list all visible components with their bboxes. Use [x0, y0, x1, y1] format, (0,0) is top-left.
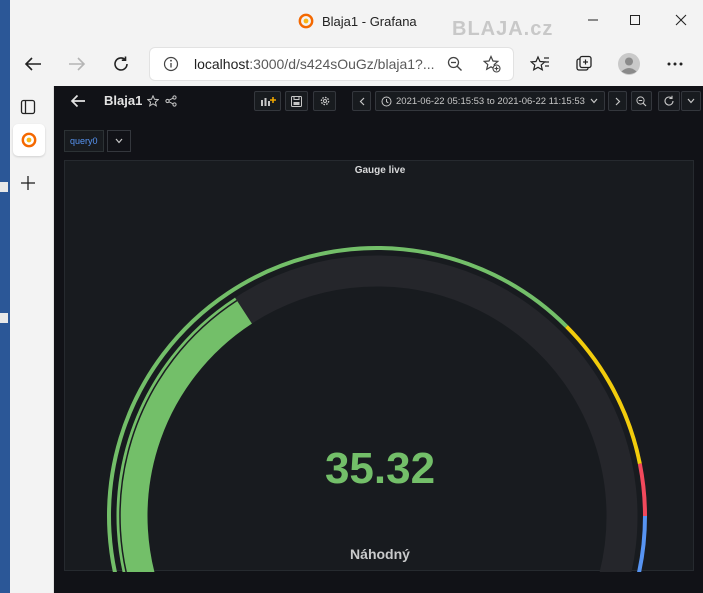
watermark: BLAJA.cz — [452, 18, 554, 40]
zoom-out-icon[interactable] — [447, 56, 463, 72]
address-url: localhost:3000/d/s424sOuGz/blaja1?... — [194, 56, 435, 72]
gauge-threshold-band — [107, 246, 647, 572]
time-range-text: 2021-06-22 05:15:53 to 2021-06-22 11:15:… — [396, 95, 585, 107]
time-shift-back-button[interactable] — [352, 91, 371, 111]
new-tab-icon[interactable] — [21, 176, 35, 190]
desktop-icon-fragment — [0, 182, 8, 192]
clock-icon — [381, 96, 392, 106]
desktop-icon-fragment — [0, 313, 8, 323]
tab-grafana[interactable] — [13, 124, 45, 156]
refresh-button[interactable] — [105, 48, 137, 80]
dashboard-settings-button[interactable] — [313, 91, 336, 111]
add-favorite-icon[interactable] — [483, 55, 501, 73]
chevron-right-icon — [615, 97, 620, 105]
chevron-left-icon — [359, 97, 364, 105]
save-dashboard-button[interactable] — [285, 91, 308, 111]
forward-arrow-icon — [69, 57, 86, 71]
maximize-button[interactable] — [620, 8, 650, 32]
star-icon[interactable] — [147, 95, 159, 107]
gauge-value-arc — [116, 297, 252, 572]
refresh-dashboard-button[interactable] — [658, 91, 680, 111]
gauge-panel[interactable]: Gauge live 35.32 Náhodný — [64, 160, 694, 572]
minimize-button[interactable] — [578, 8, 608, 32]
chevron-down-icon — [687, 98, 695, 104]
info-icon[interactable] — [163, 56, 179, 72]
add-panel-button[interactable] — [254, 91, 281, 111]
refresh-interval-dropdown[interactable] — [681, 91, 701, 111]
title-bar: Blaja1 - Grafana BLAJA.cz — [10, 0, 703, 42]
settings-icon — [320, 96, 329, 106]
favorites-icon — [530, 55, 549, 72]
add-panel-icon — [260, 97, 276, 106]
dashboard-nav: Blaja1 2021-06-22 05:15:53 to 2021-06-22… — [54, 86, 703, 116]
grafana-logo-icon — [21, 132, 37, 148]
zoom-out-time-button[interactable] — [631, 91, 652, 111]
profile-button[interactable] — [613, 48, 645, 80]
more-icon — [667, 62, 683, 66]
grafana-logo-icon — [298, 13, 314, 29]
forward-button[interactable] — [61, 48, 93, 80]
refresh-icon — [664, 95, 674, 106]
collections-button[interactable] — [568, 48, 600, 80]
variable-query0-dropdown[interactable] — [106, 130, 131, 152]
refresh-icon — [114, 56, 128, 71]
dashboard-title[interactable]: Blaja1 — [104, 93, 142, 108]
tab-actions-icon[interactable] — [20, 99, 36, 115]
back-button[interactable] — [17, 48, 49, 80]
close-button[interactable] — [666, 8, 696, 32]
address-bar[interactable]: localhost:3000/d/s424sOuGz/blaja1?... — [149, 47, 514, 81]
time-range-picker[interactable]: 2021-06-22 05:15:53 to 2021-06-22 11:15:… — [375, 91, 605, 111]
gauge-chart — [107, 246, 647, 572]
vertical-tabs-sidebar — [10, 86, 54, 593]
gauge-value: 35.32 — [324, 444, 436, 493]
template-variables: query0 — [64, 130, 131, 152]
more-button[interactable] — [659, 48, 691, 80]
profile-icon — [618, 53, 640, 75]
browser-toolbar: localhost:3000/d/s424sOuGz/blaja1?... — [10, 42, 703, 86]
page-bottom — [54, 585, 703, 593]
back-arrow-icon — [24, 57, 41, 71]
window-title: Blaja1 - Grafana — [322, 13, 417, 29]
collections-icon — [576, 55, 592, 71]
back-arrow-icon[interactable] — [70, 94, 86, 108]
chevron-down-icon — [590, 98, 598, 104]
favorites-button[interactable] — [524, 48, 556, 80]
gauge-label: Náhodný — [350, 546, 410, 562]
share-icon[interactable] — [165, 95, 177, 107]
save-icon — [291, 95, 302, 107]
variable-query0-label[interactable]: query0 — [64, 130, 104, 152]
desktop-edge — [0, 0, 10, 593]
browser-window: Blaja1 - Grafana BLAJA.cz localhost:3000… — [10, 0, 703, 593]
time-shift-forward-button[interactable] — [608, 91, 627, 111]
chevron-down-icon — [115, 138, 122, 144]
zoom-icon — [636, 95, 647, 106]
grafana-app: Blaja1 2021-06-22 05:15:53 to 2021-06-22… — [54, 86, 703, 593]
gauge-track — [116, 255, 638, 572]
